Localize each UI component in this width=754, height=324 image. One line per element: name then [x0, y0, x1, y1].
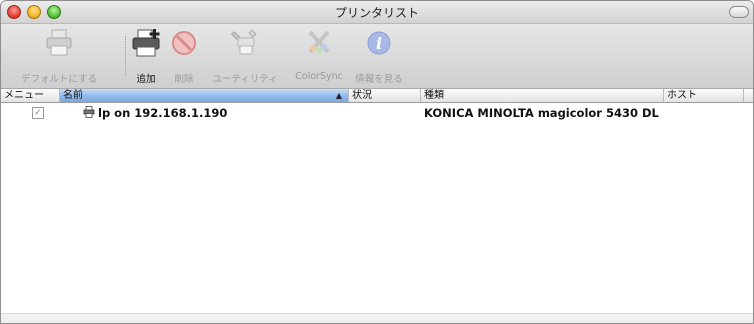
info-label: 情報を見る: [355, 74, 403, 85]
add-button[interactable]: 追加: [129, 24, 163, 88]
svg-text:i: i: [376, 34, 382, 53]
column-kind[interactable]: 種類: [421, 89, 664, 102]
utility-label: ユーティリティ: [212, 74, 278, 85]
make-default-button[interactable]: デフォルトにする: [5, 24, 113, 88]
add-label: 追加: [136, 74, 156, 85]
utility-button[interactable]: ユーティリティ: [205, 24, 285, 88]
delete-icon: [172, 31, 196, 55]
printer-kind: KONICA MINOLTA magicolor 5430 DL: [424, 106, 659, 120]
printer-list-window: プリンタリスト デフォルトにする 追加 削除 ユーティリティ ColorSync…: [0, 0, 754, 324]
column-header: メニュー 名前 ▲ 状況 種類 ホスト: [1, 89, 753, 103]
table-row[interactable]: ✓ lp on 192.168.1.190 KONICA MINOLTA mag…: [1, 104, 753, 121]
column-menu-label: メニュー: [4, 90, 44, 101]
column-name[interactable]: 名前 ▲: [60, 89, 349, 102]
title-bar[interactable]: プリンタリスト: [1, 1, 753, 24]
window-title: プリンタリスト: [334, 6, 419, 20]
printer-default-icon: [46, 29, 72, 56]
colorsync-label: ColorSync: [295, 71, 343, 82]
toolbar-separator: [125, 36, 127, 76]
column-status-label: 状況: [352, 90, 372, 101]
colorsync-icon: [308, 30, 330, 54]
column-host-label: ホスト: [667, 90, 697, 101]
column-status[interactable]: 状況: [349, 89, 421, 102]
window-bottom-bar: [1, 313, 753, 323]
make-default-label: デフォルトにする: [20, 74, 98, 85]
column-kind-label: 種類: [424, 90, 444, 101]
column-name-label: 名前: [63, 90, 83, 101]
toolbar: デフォルトにする 追加 削除 ユーティリティ ColorSync i 情報を見る: [1, 24, 753, 89]
printer-name: lp on 192.168.1.190: [98, 106, 228, 120]
delete-label: 削除: [174, 74, 194, 85]
printer-list[interactable]: ✓ lp on 192.168.1.190 KONICA MINOLTA mag…: [1, 103, 753, 323]
toolbar-toggle-button[interactable]: [729, 6, 749, 18]
delete-button[interactable]: 削除: [167, 24, 201, 88]
printer-icon: [83, 106, 95, 118]
column-menu[interactable]: メニュー: [1, 89, 60, 102]
utility-icon: [230, 29, 257, 55]
add-printer-icon: [132, 29, 160, 57]
column-host[interactable]: ホスト: [664, 89, 744, 102]
sort-ascending-icon: ▲: [335, 91, 342, 100]
colorsync-button[interactable]: ColorSync: [289, 24, 349, 88]
info-icon: i: [367, 31, 391, 55]
in-menu-checkbox[interactable]: ✓: [32, 107, 44, 119]
info-button[interactable]: i 情報を見る: [347, 24, 411, 88]
